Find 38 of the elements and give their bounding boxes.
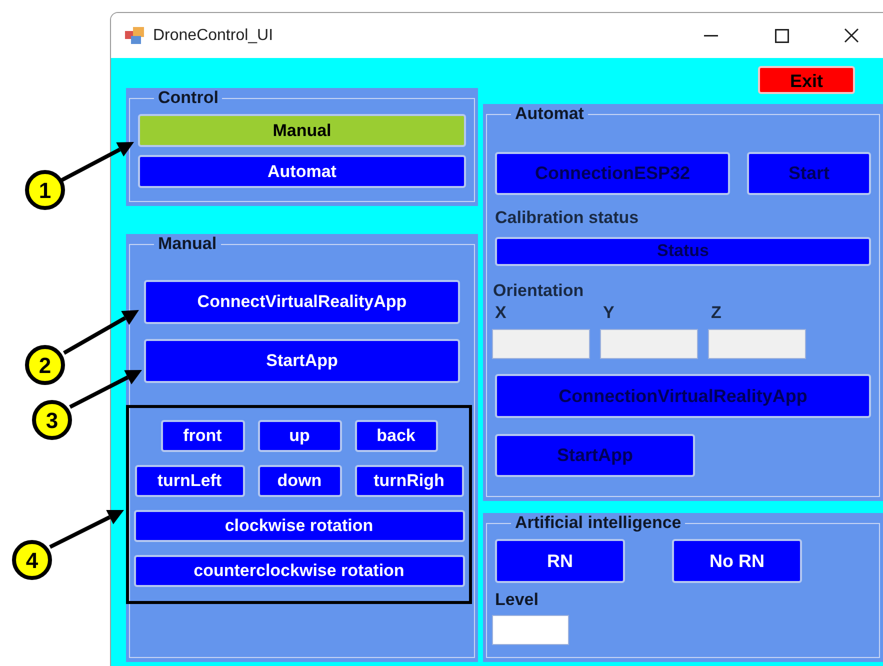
level-label: Level <box>495 589 540 611</box>
button[interactable]: StartApp <box>144 339 460 383</box>
button[interactable]: up <box>258 420 342 452</box>
button[interactable]: ConnectVirtualRealityApp <box>144 280 460 324</box>
group-title: Control <box>157 88 220 108</box>
input-field[interactable] <box>492 329 590 359</box>
minimize-icon[interactable] <box>704 34 718 36</box>
axis-label: Y <box>602 303 616 323</box>
button[interactable]: back <box>354 420 438 452</box>
level-field[interactable] <box>492 614 569 644</box>
button[interactable]: No RN <box>672 539 802 583</box>
window-title: DroneControl_UI <box>153 26 274 46</box>
callout-number: 3 <box>32 400 72 440</box>
button[interactable]: turnLeft <box>134 465 244 497</box>
axis-label: X <box>494 303 508 323</box>
button[interactable]: front <box>160 420 244 452</box>
group-title: Artificial intelligence <box>514 513 682 533</box>
calibration-label: Calibration status <box>495 207 640 229</box>
callout-number: 1 <box>25 170 65 210</box>
button[interactable]: Automat <box>138 155 466 188</box>
button[interactable]: clockwise rotation <box>134 510 464 542</box>
maximize-icon[interactable] <box>775 28 789 42</box>
button[interactable]: down <box>258 465 342 497</box>
group-title: Manual <box>157 234 218 254</box>
orientation-label: Orientation <box>493 280 585 302</box>
button[interactable]: counterclockwise rotation <box>134 555 464 587</box>
group-title: Automat <box>514 104 585 124</box>
exit-button[interactable]: Exit <box>758 66 855 94</box>
input-field[interactable] <box>708 329 806 359</box>
callout-number: 4 <box>12 540 52 580</box>
app-icon <box>125 26 145 44</box>
button[interactable]: turnRigh <box>354 465 464 497</box>
button[interactable]: Manual <box>138 114 466 147</box>
button[interactable]: RN <box>495 539 625 583</box>
input-field[interactable] <box>600 329 698 359</box>
axis-label: Z <box>710 303 722 323</box>
callout-number: 2 <box>25 345 65 385</box>
close-icon[interactable] <box>844 28 859 43</box>
